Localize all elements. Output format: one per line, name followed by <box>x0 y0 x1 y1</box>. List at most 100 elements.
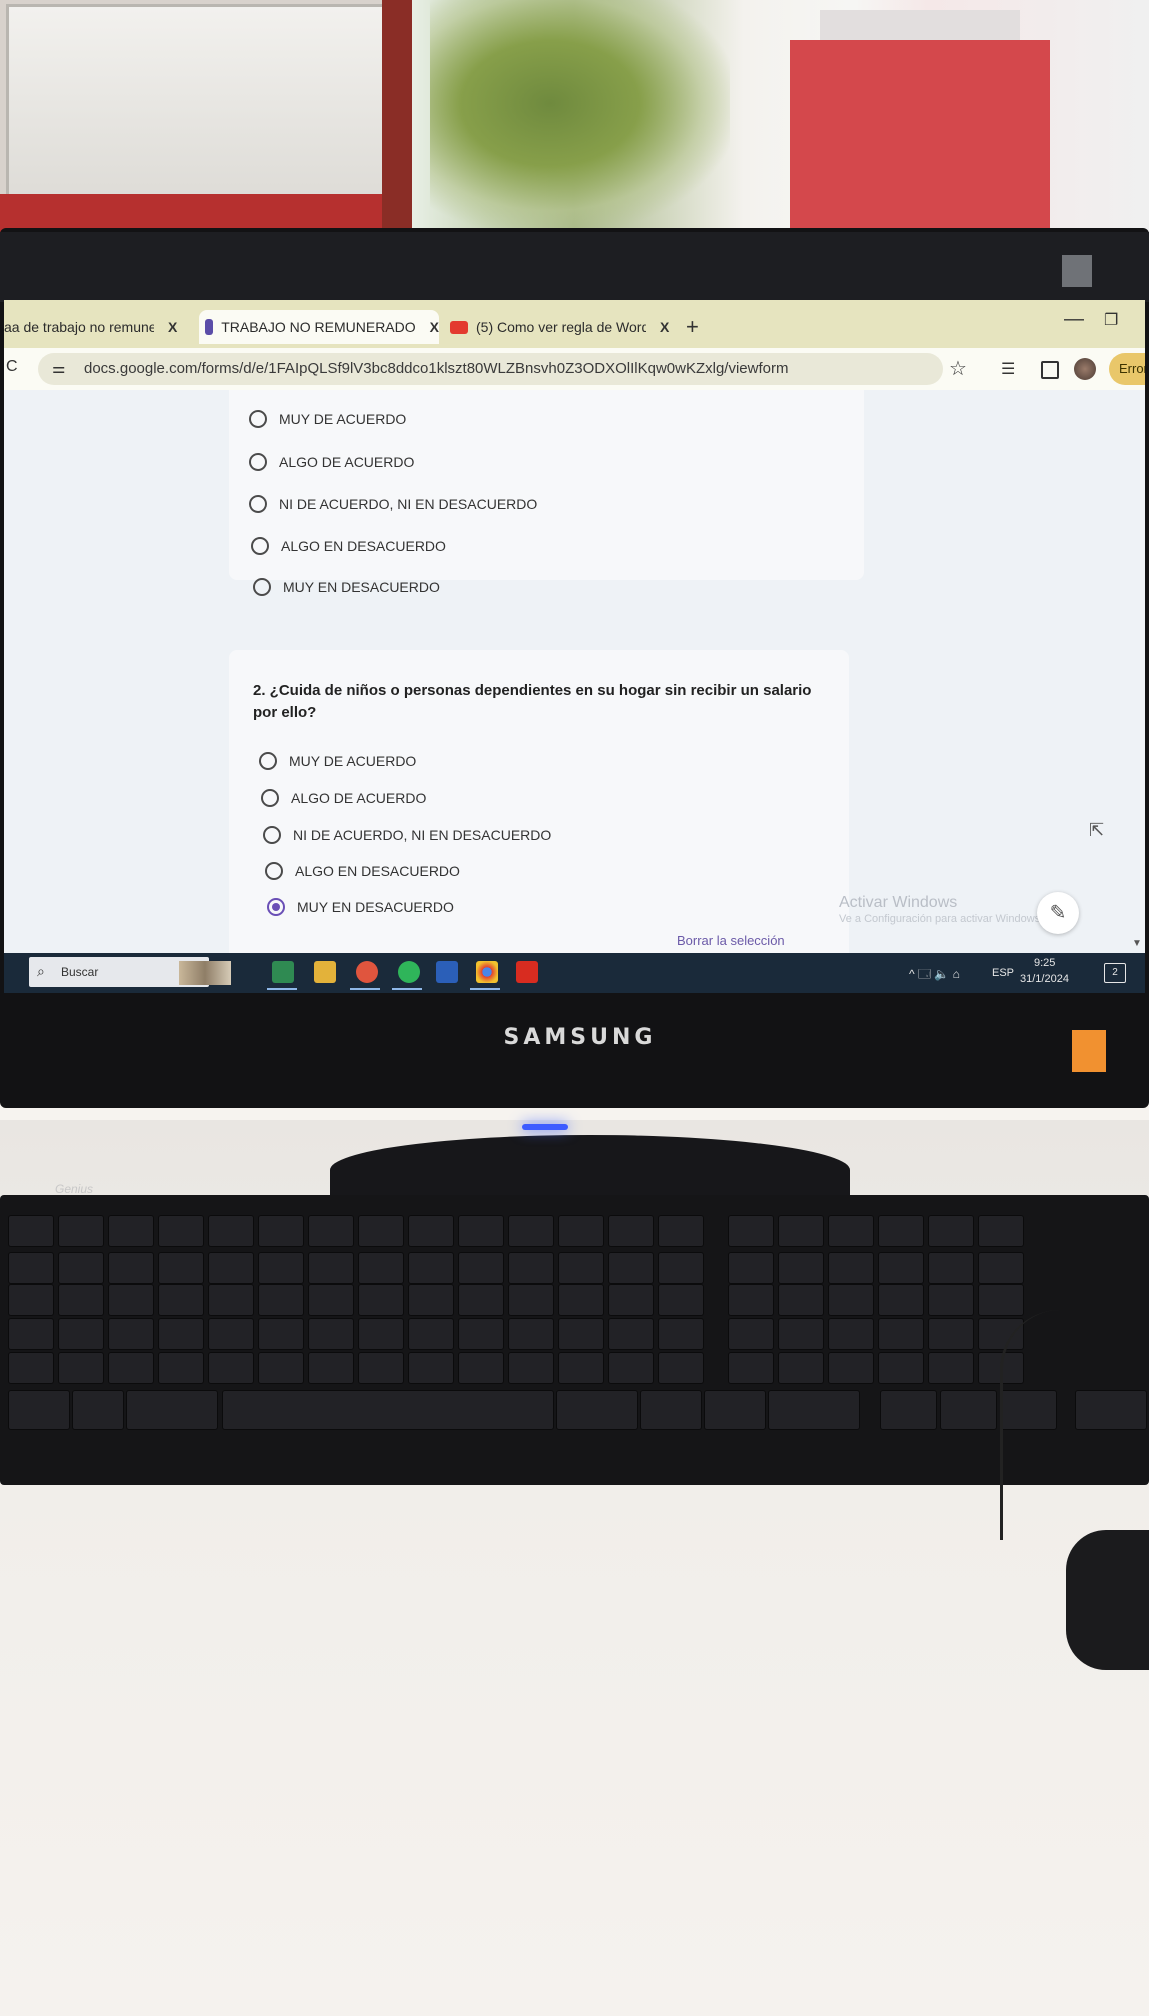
keyboard-key <box>208 1252 254 1284</box>
radio-button[interactable] <box>265 862 283 880</box>
keyboard-key <box>508 1284 554 1316</box>
keyboard-key <box>608 1318 654 1350</box>
keyboard-key <box>878 1215 924 1247</box>
scroll-down-arrow-icon[interactable]: ▼ <box>1132 938 1142 949</box>
taskbar-search[interactable]: ⌕ Buscar <box>29 957 231 987</box>
close-icon[interactable]: X <box>168 319 177 335</box>
keyboard-key <box>408 1284 454 1316</box>
radio-button[interactable] <box>259 752 277 770</box>
whatsapp-icon[interactable] <box>398 961 420 983</box>
keyboard-key <box>458 1318 504 1350</box>
new-tab-button[interactable]: + <box>686 314 699 340</box>
edit-pencil-icon[interactable]: ✎ <box>1037 892 1079 934</box>
tab-trabajo-no-remunerado[interactable]: TRABAJO NO REMUNERADO X <box>199 310 439 344</box>
q2-option-algo-en-desacuerdo[interactable]: ALGO EN DESACUERDO <box>265 862 460 880</box>
keyboard-key <box>608 1252 654 1284</box>
keyboard-key <box>458 1252 504 1284</box>
tab-youtube-regla-word[interactable]: (5) Como ver regla de Word en X <box>444 310 679 344</box>
search-placeholder: Buscar <box>61 965 99 979</box>
radio-button[interactable] <box>249 453 267 471</box>
reload-icon[interactable]: C <box>6 358 18 376</box>
q2-option-muy-de-acuerdo[interactable]: MUY DE ACUERDO <box>259 752 416 770</box>
option-label: ALGO DE ACUERDO <box>279 454 415 470</box>
keyboard-key <box>108 1284 154 1316</box>
radio-button[interactable] <box>249 410 267 428</box>
q2-option-ni-de-acuerdo[interactable]: NI DE ACUERDO, NI EN DESACUERDO <box>263 826 551 844</box>
radio-button[interactable] <box>263 826 281 844</box>
q1-option-ni-de-acuerdo[interactable]: NI DE ACUERDO, NI EN DESACUERDO <box>249 495 537 513</box>
clear-selection-link[interactable]: Borrar la selección <box>677 933 785 948</box>
radio-button[interactable] <box>249 495 267 513</box>
keyboard-key <box>358 1284 404 1316</box>
radio-button[interactable] <box>261 789 279 807</box>
keyboard-key <box>728 1215 774 1247</box>
error-button[interactable]: Error <box>1109 353 1145 385</box>
search-highlight-image <box>179 961 231 985</box>
minimize-icon[interactable]: — <box>1064 308 1084 331</box>
radio-button[interactable] <box>251 537 269 555</box>
keyboard-key <box>408 1318 454 1350</box>
keyboard-key <box>258 1284 304 1316</box>
keyboard-key <box>978 1284 1024 1316</box>
file-explorer-icon[interactable] <box>314 961 336 983</box>
q1-option-muy-en-desacuerdo[interactable]: MUY EN DESACUERDO <box>253 578 440 596</box>
taskbar: ⌕ Buscar ^ 🗔 🔈 ⌂ ESP 9:25 31/1/2024 2 <box>4 953 1145 993</box>
keyboard-key <box>768 1390 860 1430</box>
keyboard-key <box>58 1252 104 1284</box>
reading-list-icon[interactable]: ☰ <box>1001 359 1015 379</box>
radio-button-selected[interactable] <box>267 898 285 916</box>
tab-trabajo-no-remunerado-1[interactable]: aa de trabajo no remunerad X <box>4 310 194 344</box>
keyboard-key <box>126 1390 218 1430</box>
close-icon[interactable]: X <box>430 319 439 335</box>
system-tray-icons[interactable]: ^ 🗔 🔈 ⌂ <box>909 965 960 986</box>
tab-label: (5) Como ver regla de Word en <box>476 319 646 335</box>
close-icon[interactable]: X <box>660 319 669 335</box>
q1-option-algo-en-desacuerdo[interactable]: ALGO EN DESACUERDO <box>251 537 446 555</box>
keyboard-key <box>158 1284 204 1316</box>
site-settings-icon[interactable]: ⚌ <box>52 359 65 377</box>
keyboard-key <box>704 1390 766 1430</box>
keyboard-key <box>58 1352 104 1384</box>
acrobat-icon[interactable] <box>516 961 538 983</box>
keyboard-key <box>558 1284 604 1316</box>
language-indicator[interactable]: ESP <box>992 967 1014 979</box>
keyboard-key <box>108 1318 154 1350</box>
keyboard-key <box>222 1390 554 1430</box>
keyboard-key <box>778 1318 824 1350</box>
palm-tree <box>430 0 730 230</box>
brave-browser-icon[interactable] <box>356 961 378 983</box>
keyboard-key <box>508 1252 554 1284</box>
profile-avatar[interactable] <box>1074 358 1096 380</box>
running-indicator <box>470 988 500 990</box>
keyboard-key <box>728 1318 774 1350</box>
clock-date[interactable]: 31/1/2024 <box>1020 973 1069 985</box>
keyboard-key <box>658 1352 704 1384</box>
bookmark-star-icon[interactable]: ☆ <box>949 356 967 381</box>
option-label: NI DE ACUERDO, NI EN DESACUERDO <box>293 827 552 843</box>
keyboard-key <box>608 1352 654 1384</box>
monitor-top-bezel <box>0 232 1149 302</box>
word-icon[interactable] <box>436 961 458 983</box>
side-panel-icon[interactable] <box>1041 361 1059 379</box>
keyboard-key <box>358 1352 404 1384</box>
running-indicator <box>350 988 380 990</box>
notifications-icon[interactable]: 2 <box>1104 963 1126 983</box>
clock-time[interactable]: 9:25 <box>1034 957 1055 969</box>
radio-button[interactable] <box>253 578 271 596</box>
keyboard-key <box>458 1215 504 1247</box>
taskbar-app-icon[interactable] <box>272 961 294 983</box>
keyboard-key <box>408 1252 454 1284</box>
monitor-brand: SAMSUNG <box>503 1025 657 1050</box>
keyboard-key <box>408 1215 454 1247</box>
q1-option-algo-de-acuerdo[interactable]: ALGO DE ACUERDO <box>249 453 414 471</box>
restore-icon[interactable]: ❐ <box>1104 310 1118 330</box>
keyboard-key <box>828 1252 874 1284</box>
q1-option-muy-de-acuerdo[interactable]: MUY DE ACUERDO <box>249 410 406 428</box>
chrome-icon[interactable] <box>476 961 498 983</box>
option-label: ALGO DE ACUERDO <box>291 790 427 806</box>
q2-option-muy-en-desacuerdo[interactable]: MUY EN DESACUERDO <box>267 898 454 916</box>
keyboard-key <box>878 1284 924 1316</box>
q2-option-algo-de-acuerdo[interactable]: ALGO DE ACUERDO <box>261 789 426 807</box>
url-field[interactable]: ⚌ docs.google.com/forms/d/e/1FAIpQLSf9lV… <box>38 353 943 385</box>
keyboard-key <box>878 1318 924 1350</box>
